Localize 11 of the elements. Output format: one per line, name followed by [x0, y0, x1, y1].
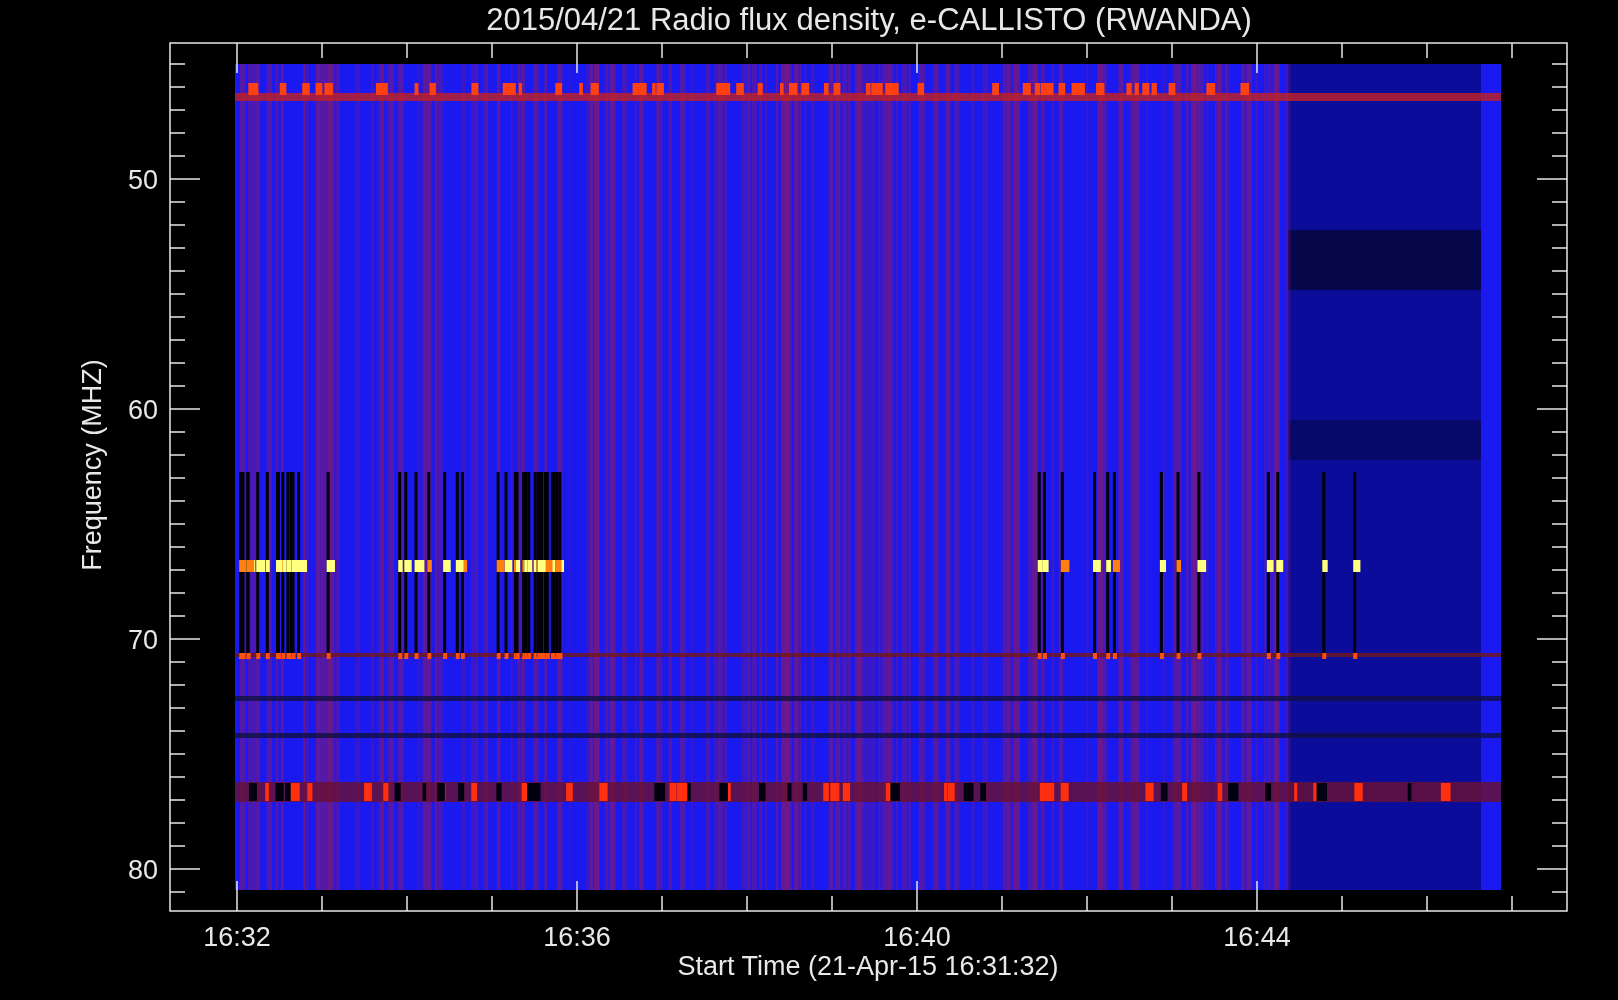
y-axis-label: Frequency (MHZ)	[77, 359, 107, 571]
x-axis-label: Start Time (21-Apr-15 16:31:32)	[677, 951, 1059, 981]
y-tick-label: 80	[127, 855, 158, 885]
y-tick-label: 50	[127, 165, 158, 195]
x-tick-label: 16:40	[883, 922, 951, 952]
y-tick-label: 60	[127, 395, 158, 425]
x-tick-label: 16:32	[203, 922, 271, 952]
x-tick-label: 16:44	[1223, 922, 1291, 952]
y-tick-label: 70	[127, 625, 158, 655]
x-tick-label: 16:36	[543, 922, 611, 952]
chart-title: 2015/04/21 Radio flux density, e-CALLISTO (RWANDA)	[486, 2, 1252, 37]
